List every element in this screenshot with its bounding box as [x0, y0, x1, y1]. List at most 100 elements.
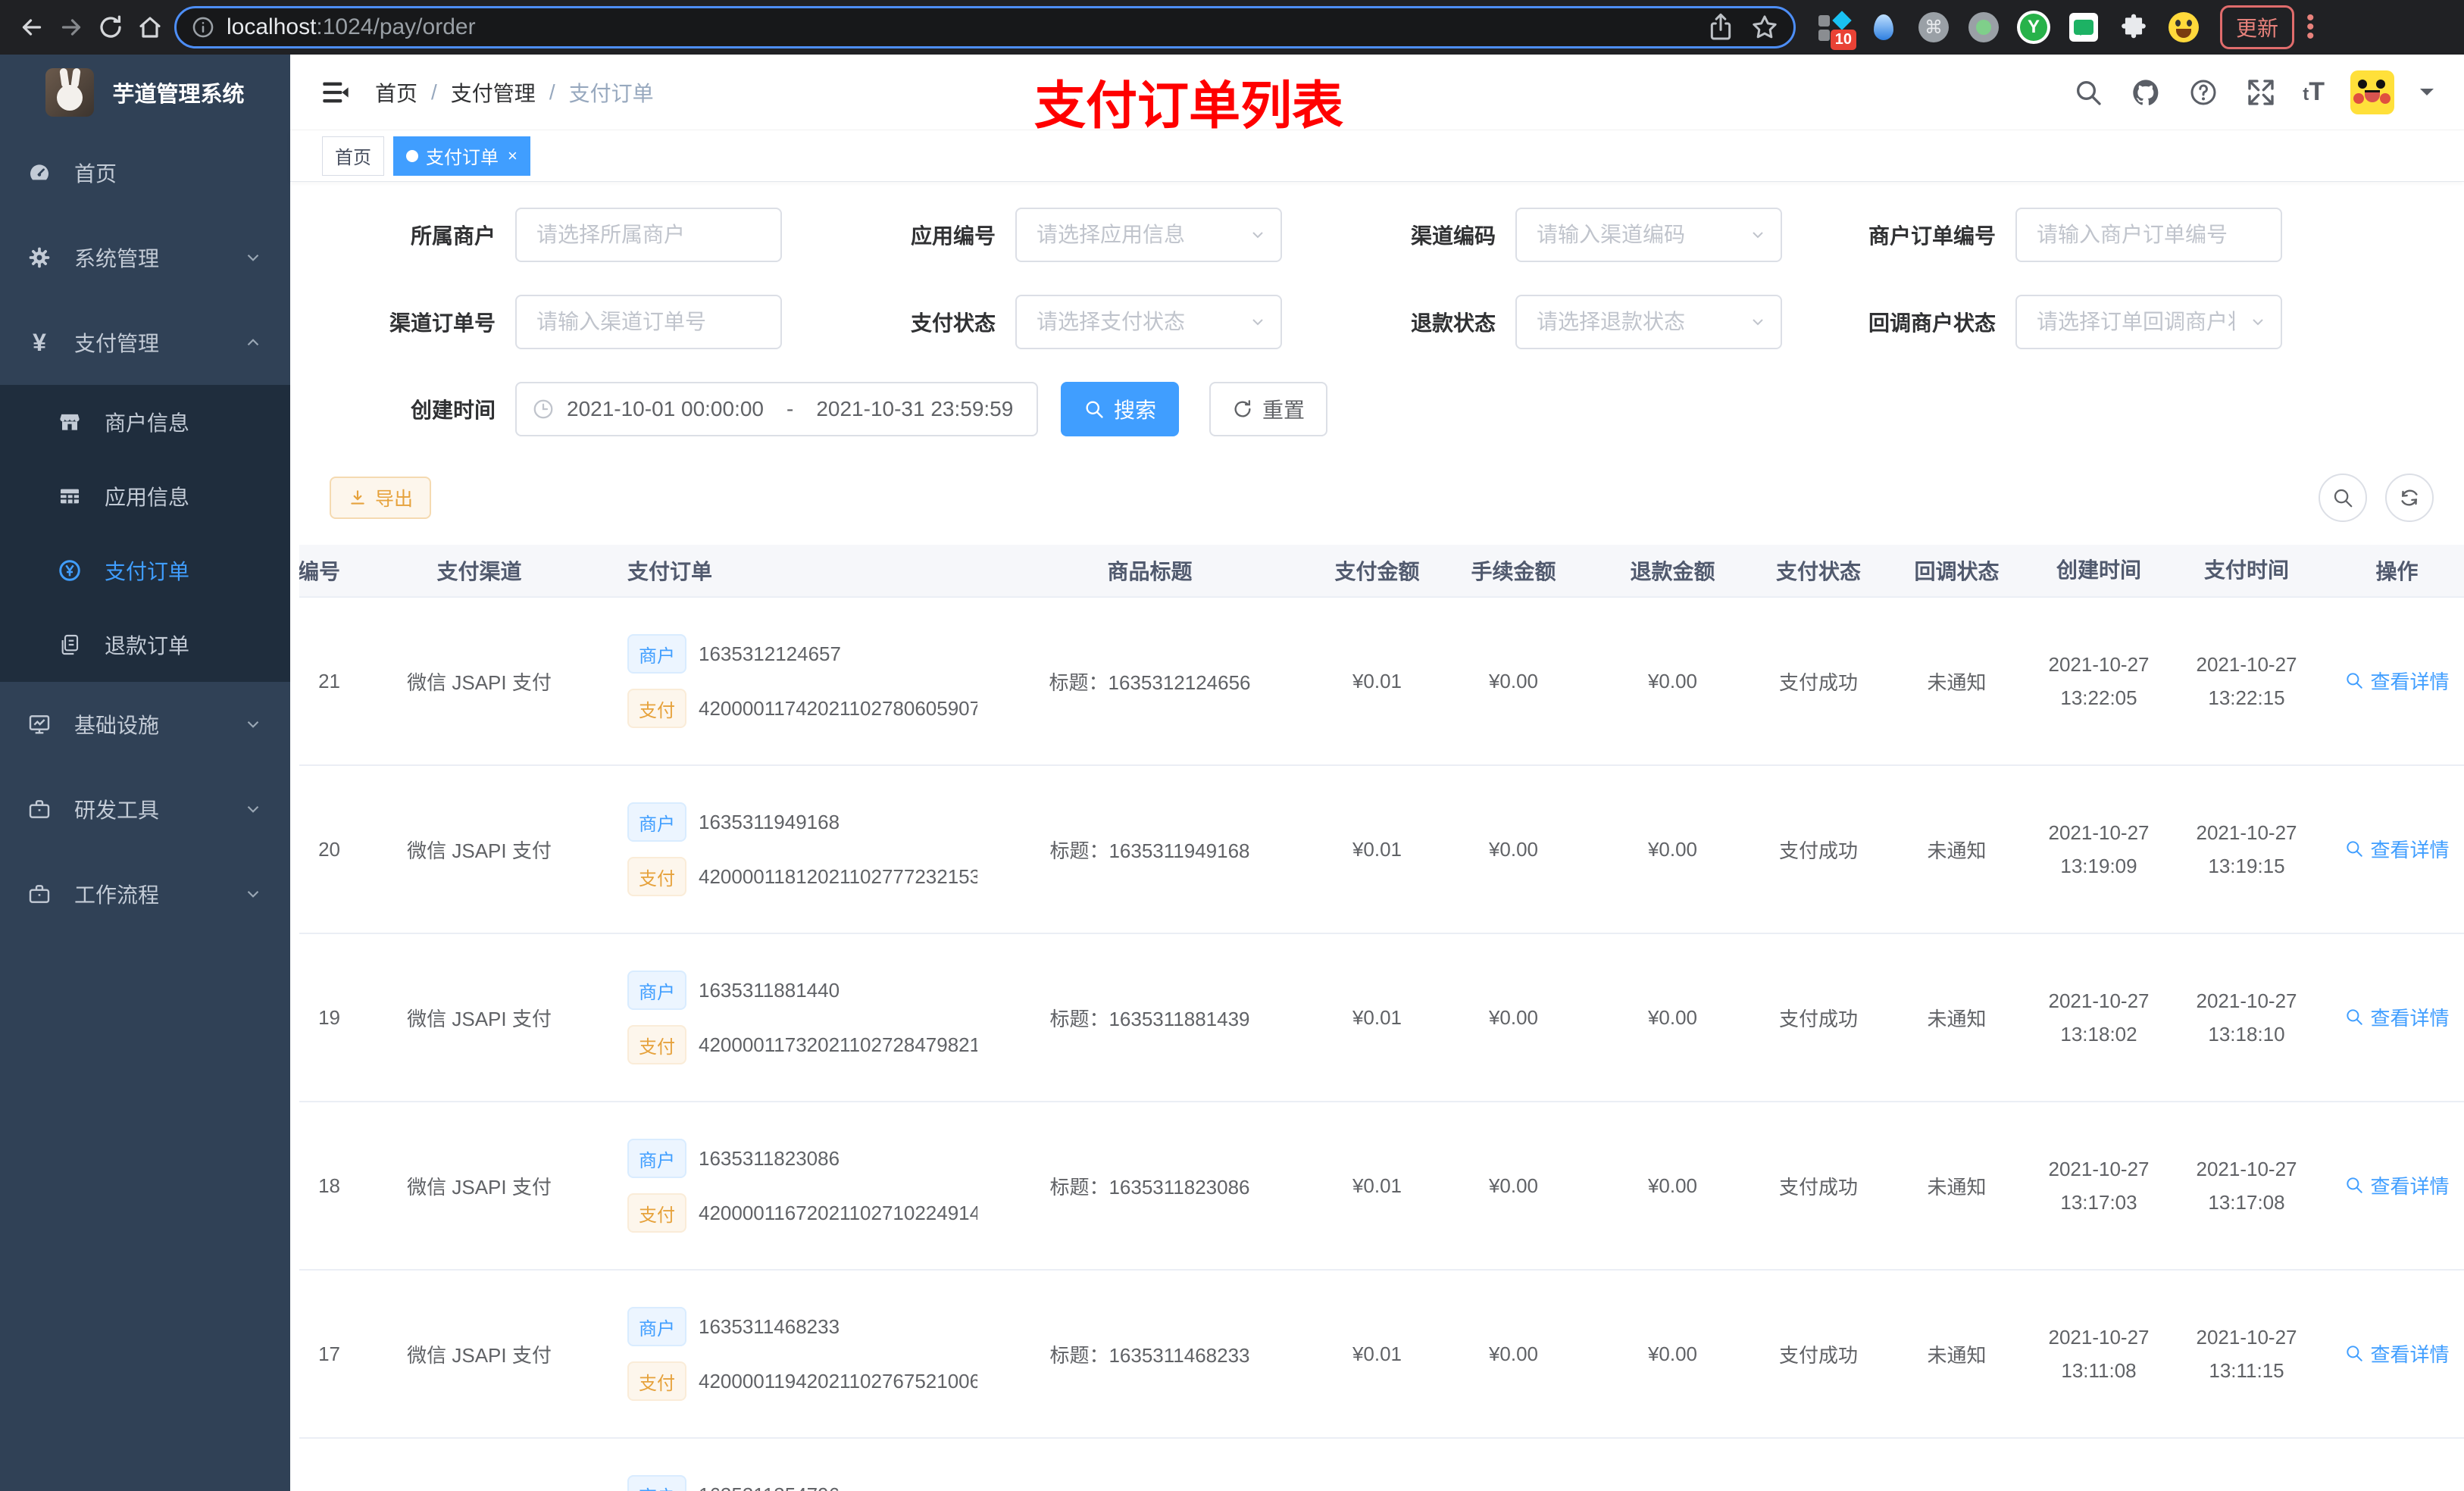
cell-pay-channel: 微信 JSAPI 支付: [407, 1343, 552, 1367]
magnifier-icon: [2347, 673, 2363, 689]
share-icon[interactable]: [1706, 12, 1736, 42]
reset-button[interactable]: 重置: [1209, 382, 1328, 436]
user-avatar[interactable]: [2350, 70, 2394, 114]
url-bar[interactable]: localhost:1024/pay/order: [174, 6, 1796, 48]
sidebar-item-workflow[interactable]: 工作流程: [0, 852, 290, 936]
pay-tag: 支付: [627, 857, 686, 896]
pay-status-select[interactable]: [1015, 295, 1282, 349]
app-select[interactable]: [1015, 208, 1282, 262]
navbar-actions: tT: [2072, 70, 2434, 114]
extension-command-icon[interactable]: ⌘: [1917, 11, 1950, 44]
cell-pay-channel: 微信 JSAPI 支付: [407, 1007, 552, 1030]
channel-code-select[interactable]: [1515, 208, 1782, 262]
merchant-order-no: 1635311354796: [699, 1483, 840, 1491]
search-icon[interactable]: [2072, 77, 2104, 108]
cell-product-title: 标题：1635311823086: [1049, 1175, 1250, 1199]
view-detail-link[interactable]: 查看详情: [2344, 835, 2450, 863]
profile-avatar-icon[interactable]: [2167, 11, 2200, 44]
payment-submenu: 商户信息 应用信息 支付订单 退款订单: [0, 385, 290, 682]
url-text[interactable]: localhost:1024/pay/order: [227, 14, 1692, 40]
merchant-tag: 商户: [627, 1139, 686, 1178]
create-time-range-picker[interactable]: 2021-10-01 00:00:00 - 2021-10-31 23:59:5…: [515, 382, 1038, 436]
cell-actions: 查看详情: [2322, 1003, 2464, 1033]
view-detail-link[interactable]: 查看详情: [2344, 1003, 2450, 1031]
github-icon[interactable]: [2130, 77, 2162, 108]
table-row: 20 微信 JSAPI 支付 商户 1635311949168 支付 42000…: [299, 766, 2464, 934]
bookmark-star-icon[interactable]: [1750, 12, 1780, 42]
col-status: 支付状态: [1775, 560, 1861, 583]
merchant-order-no: 1635311949168: [699, 810, 840, 833]
sidebar-item-home[interactable]: 首页: [0, 130, 290, 215]
show-search-button[interactable]: [2319, 474, 2367, 522]
sidebar-item-refund-order[interactable]: 退款订单: [0, 608, 290, 682]
breadcrumb-payment[interactable]: 支付管理: [451, 77, 536, 108]
sidebar-item-pay-order[interactable]: 支付订单: [0, 533, 290, 608]
sidebar-item-system[interactable]: 系统管理: [0, 215, 290, 300]
cell-amount: ¥0.01: [1352, 837, 1402, 861]
logo-image: [45, 68, 95, 117]
browser-menu-icon[interactable]: • • •: [2306, 7, 2315, 48]
merchant-order-input[interactable]: [2015, 208, 2282, 262]
cell-notify-status: 未通知: [1927, 1343, 1987, 1367]
sidebar-item-app-info[interactable]: 应用信息: [0, 459, 290, 533]
help-icon[interactable]: [2187, 77, 2219, 108]
channel-order-input[interactable]: [515, 295, 782, 349]
extension-balloon-icon[interactable]: [1867, 11, 1900, 44]
clock-icon: [532, 398, 555, 420]
sidebar-item-dev-tools[interactable]: 研发工具: [0, 767, 290, 852]
date-end: 2021-10-31 23:59:59: [816, 397, 1014, 420]
fullscreen-icon[interactable]: [2245, 77, 2277, 108]
cell-fee: ¥0.00: [1488, 669, 1539, 692]
cell-product-title: 标题：1635311468233: [1049, 1343, 1250, 1367]
view-detail-link[interactable]: 查看详情: [2344, 1339, 2450, 1368]
cell-product-title: 标题：1635311881439: [1049, 1007, 1250, 1030]
sidebar-item-merchant-info[interactable]: 商户信息: [0, 385, 290, 459]
merchant-input[interactable]: [515, 208, 782, 262]
update-button[interactable]: 更新: [2220, 5, 2295, 49]
tag-pay-order[interactable]: 支付订单 ×: [393, 136, 530, 176]
sidebar-item-infrastructure[interactable]: 基础设施: [0, 682, 290, 767]
home-icon[interactable]: [130, 8, 170, 47]
col-title: 商品标题: [1107, 560, 1193, 583]
page-annotation-title: 支付订单列表: [1034, 77, 1344, 135]
export-button[interactable]: 导出: [330, 477, 432, 519]
extension-dot-icon[interactable]: [1967, 11, 2000, 44]
extension-y-icon[interactable]: Y: [2017, 11, 2050, 44]
refund-status-label: 退款状态: [1410, 311, 1496, 335]
breadcrumb-pay-order: 支付订单: [568, 81, 654, 105]
col-created: 创建时间: [2056, 558, 2141, 582]
merchant-order-no: 1635312124657: [699, 642, 841, 665]
extension-diamond-icon[interactable]: 10: [1817, 11, 1856, 50]
forward-icon[interactable]: [52, 8, 91, 47]
extension-chat-icon[interactable]: [2067, 11, 2100, 44]
notify-status-select[interactable]: [2015, 295, 2282, 349]
back-icon[interactable]: [12, 8, 52, 47]
cell-amount: ¥0.01: [1352, 669, 1402, 692]
sidebar-fold-icon[interactable]: [321, 77, 351, 108]
view-detail-link[interactable]: 查看详情: [2344, 1171, 2450, 1199]
avatar-caret-icon[interactable]: [2420, 88, 2434, 102]
channel-code-label: 渠道编码: [1410, 224, 1496, 248]
search-button[interactable]: 搜索: [1061, 382, 1180, 436]
reload-icon[interactable]: [91, 8, 130, 47]
chevron-down-icon: [243, 248, 263, 267]
table-body: 21 微信 JSAPI 支付 商户 1635312124657 支付 42000…: [299, 598, 2464, 1491]
cell-notify-status: 未通知: [1927, 1175, 1987, 1199]
cell-id: 20: [318, 837, 340, 861]
pay-tag: 支付: [627, 1361, 686, 1401]
navbar: 首页 / 支付管理 / 支付订单 支付订单列表 tT: [290, 55, 2464, 135]
refund-status-select[interactable]: [1515, 295, 1782, 349]
tag-home[interactable]: 首页: [322, 136, 384, 176]
breadcrumb-home[interactable]: 首页: [375, 77, 417, 108]
cell-paid-time: 2021-10-27 13:22:15: [2196, 653, 2297, 709]
sidebar-item-payment[interactable]: ¥ 支付管理: [0, 300, 290, 385]
site-info-icon[interactable]: [190, 14, 216, 40]
sidebar: 芋道管理系统 首页 系统管理 ¥ 支付管理 商户信息 应用信息 支付订单 退款订…: [0, 55, 290, 1491]
font-size-icon[interactable]: tT: [2303, 77, 2325, 107]
close-icon[interactable]: ×: [508, 146, 518, 166]
refresh-button[interactable]: [2385, 474, 2434, 522]
chevron-down-icon: [243, 884, 263, 904]
cell-fee: ¥0.00: [1488, 1174, 1539, 1197]
extensions-puzzle-icon[interactable]: [2117, 11, 2150, 44]
view-detail-link[interactable]: 查看详情: [2344, 667, 2450, 695]
